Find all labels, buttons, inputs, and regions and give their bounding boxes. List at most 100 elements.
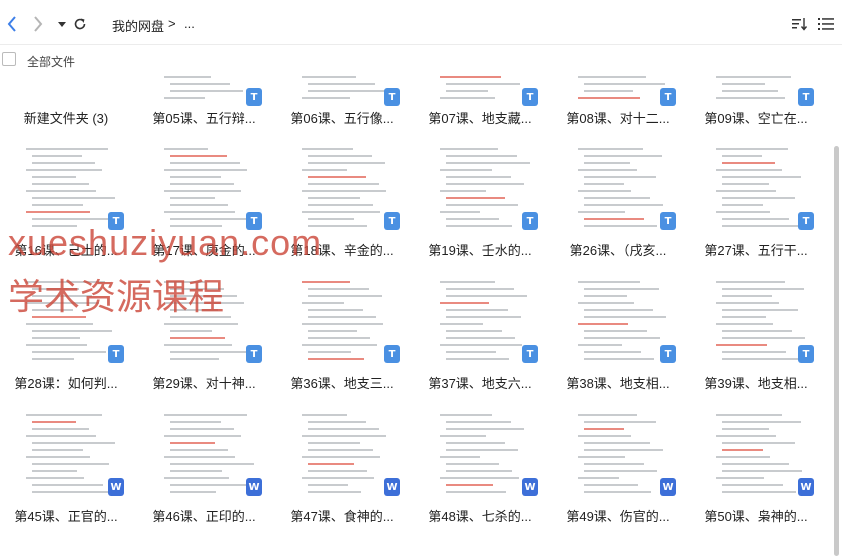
file-item[interactable]: T 第29课、对十神... bbox=[150, 277, 262, 397]
thumbnail-text-line bbox=[446, 288, 514, 290]
file-item[interactable]: T 第06课、五行像... bbox=[288, 72, 400, 144]
thumbnail-text-line bbox=[440, 97, 495, 99]
text-doc-icon: T bbox=[522, 345, 538, 363]
thumbnail-text-line bbox=[32, 288, 79, 290]
thumbnail-text-line bbox=[308, 449, 373, 451]
thumbnail-text-line bbox=[446, 337, 515, 339]
text-doc-icon: T bbox=[246, 88, 262, 106]
thumbnail-text-line bbox=[170, 225, 222, 227]
thumbnail-text-line bbox=[446, 197, 505, 199]
document-thumbnail bbox=[434, 410, 530, 494]
thumbnail-text-line bbox=[32, 463, 109, 465]
file-item[interactable]: T 第37课、地支六... bbox=[426, 277, 538, 397]
thumbnail-text-line bbox=[32, 155, 82, 157]
document-thumbnail bbox=[296, 277, 392, 361]
thumbnail-text-line bbox=[302, 456, 380, 458]
back-button[interactable] bbox=[2, 12, 22, 36]
word-doc-icon: W bbox=[660, 478, 676, 496]
thumbnail-text-line bbox=[440, 344, 522, 346]
breadcrumb-root[interactable]: 我的网盘 bbox=[112, 16, 164, 35]
sort-button[interactable] bbox=[790, 12, 810, 36]
thumbnail-text-line bbox=[32, 197, 115, 199]
thumbnail-text-line bbox=[170, 197, 215, 199]
file-item[interactable]: T 第27课、五行干... bbox=[702, 144, 814, 264]
text-doc-icon: T bbox=[660, 212, 676, 230]
thumbnail-text-line bbox=[308, 295, 382, 297]
thumbnail-text-line bbox=[584, 463, 644, 465]
breadcrumb-more[interactable]: ... bbox=[184, 16, 195, 31]
word-doc-icon: W bbox=[798, 478, 814, 496]
file-name: 第27课、五行干... bbox=[704, 243, 808, 258]
thumbnail-text-line bbox=[170, 484, 248, 486]
thumbnail-text-line bbox=[32, 428, 89, 430]
scrollbar-thumb[interactable] bbox=[834, 146, 839, 556]
file-item[interactable]: T 第07课、地支藏... bbox=[426, 72, 538, 144]
thumbnail-text-line bbox=[584, 155, 662, 157]
thumbnail-text-line bbox=[722, 484, 783, 486]
text-doc-icon: T bbox=[798, 88, 814, 106]
file-item[interactable]: T 第18课、辛金的... bbox=[288, 144, 400, 264]
file-item[interactable]: T 第16课、己土的... bbox=[12, 144, 124, 264]
thumbnail-text-line bbox=[722, 295, 772, 297]
file-item[interactable]: W 第49课、伤官的... bbox=[564, 410, 676, 530]
file-name: 第08课、对十二... bbox=[566, 111, 670, 126]
file-item[interactable]: T 第17课、庚金的... bbox=[150, 144, 262, 264]
thumbnail-text-line bbox=[446, 309, 508, 311]
file-item[interactable]: T 第38课、地支相... bbox=[564, 277, 676, 397]
file-item[interactable]: T 第08课、对十二... bbox=[564, 72, 676, 144]
thumbnail-text-line bbox=[578, 302, 634, 304]
thumbnail-text-line bbox=[170, 449, 228, 451]
text-doc-icon: T bbox=[108, 345, 124, 363]
thumbnail-text-line bbox=[716, 477, 764, 479]
list-icon bbox=[818, 18, 834, 30]
refresh-button[interactable] bbox=[70, 12, 90, 36]
forward-button[interactable] bbox=[28, 12, 48, 36]
thumbnail-text-line bbox=[302, 148, 353, 150]
file-item[interactable]: W 第48课、七杀的... bbox=[426, 410, 538, 530]
thumbnail-text-line bbox=[26, 169, 102, 171]
thumbnail-text-line bbox=[26, 281, 105, 283]
file-item[interactable]: T 第36课、地支三... bbox=[288, 277, 400, 397]
thumbnail-text-line bbox=[32, 421, 76, 423]
file-item[interactable]: W 第46课、正印的... bbox=[150, 410, 262, 530]
file-item[interactable]: T 第09课、空亡在... bbox=[702, 72, 814, 144]
file-item[interactable]: W 第50课、枭神的... bbox=[702, 410, 814, 530]
thumbnail-text-line bbox=[446, 330, 502, 332]
file-name: 第05课、五行辩... bbox=[152, 111, 256, 126]
file-item[interactable]: T 第05课、五行辩... bbox=[150, 72, 262, 144]
file-item[interactable]: T 第26课、（戌亥... bbox=[564, 144, 676, 264]
thumbnail-text-line bbox=[308, 421, 366, 423]
thumbnail-text-line bbox=[302, 323, 383, 325]
thumbnail-text-line bbox=[440, 211, 480, 213]
thumbnail-text-line bbox=[716, 302, 779, 304]
thumbnail-text-line bbox=[164, 169, 247, 171]
list-view-button[interactable] bbox=[816, 12, 836, 36]
text-doc-icon: T bbox=[798, 345, 814, 363]
file-item[interactable]: T 第19课、壬水的... bbox=[426, 144, 538, 264]
file-grid: 新建文件夹 (3) T 第05课、五行辩... T 第06课、五行像... T 第07课、地… bbox=[0, 72, 830, 531]
document-thumbnail bbox=[710, 144, 806, 228]
thumbnail-text-line bbox=[446, 484, 493, 486]
thumbnail-text-line bbox=[716, 323, 773, 325]
text-doc-icon: T bbox=[522, 212, 538, 230]
file-item[interactable]: W 第47课、食神的... bbox=[288, 410, 400, 530]
document-thumbnail bbox=[20, 277, 116, 361]
thumbnail-text-line bbox=[584, 288, 659, 290]
folder-item[interactable]: 新建文件夹 (3) bbox=[12, 72, 122, 144]
file-item[interactable]: T 第28课：如何判... bbox=[12, 277, 124, 397]
thumbnail-text-line bbox=[308, 197, 360, 199]
thumbnail-text-line bbox=[578, 414, 637, 416]
document-thumbnail bbox=[434, 72, 530, 104]
thumbnail-text-line bbox=[308, 162, 385, 164]
thumbnail-text-line bbox=[302, 97, 350, 99]
file-item[interactable]: T 第39课、地支相... bbox=[702, 277, 814, 397]
thumbnail-text-line bbox=[716, 190, 776, 192]
thumbnail-text-line bbox=[302, 344, 377, 346]
vertical-scrollbar[interactable] bbox=[832, 72, 840, 556]
thumbnail-text-line bbox=[584, 83, 665, 85]
select-all-checkbox[interactable] bbox=[2, 52, 16, 66]
document-thumbnail bbox=[296, 410, 392, 494]
thumbnail-text-line bbox=[440, 169, 492, 171]
file-item[interactable]: W 第45课、正官的... bbox=[12, 410, 124, 530]
history-dropdown-button[interactable] bbox=[52, 12, 72, 36]
